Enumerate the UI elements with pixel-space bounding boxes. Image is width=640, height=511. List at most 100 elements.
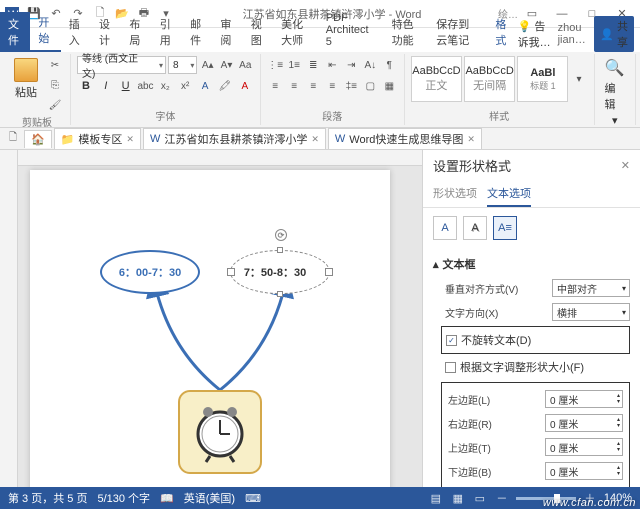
tell-me[interactable]: 💡 告诉我…: [518, 18, 552, 50]
shape-left[interactable]: 6：00-7：30: [100, 250, 200, 294]
rotate-handle-icon[interactable]: ⟳: [275, 229, 287, 241]
text-effects-icon[interactable]: A: [463, 216, 487, 240]
valign-select[interactable]: 中部对齐: [552, 279, 630, 297]
multilevel-icon[interactable]: ≣: [305, 56, 322, 74]
subscript-icon[interactable]: x₂: [156, 77, 174, 95]
font-size-combo[interactable]: 8: [168, 56, 197, 74]
numbering-icon[interactable]: 1≡: [286, 56, 303, 74]
status-language[interactable]: 英语(美国): [184, 490, 235, 506]
new-tab-icon[interactable]: 🗋: [4, 130, 22, 148]
close-tab-icon[interactable]: ✕: [311, 134, 319, 145]
shrink-font-icon[interactable]: A▾: [218, 56, 235, 74]
grow-font-icon[interactable]: A▴: [199, 56, 216, 74]
status-page[interactable]: 第 3 页，共 5 页: [8, 490, 87, 506]
copy-icon[interactable]: ⎘: [46, 76, 64, 94]
doc-tab-current[interactable]: W江苏省如东县耕茶镇浒澪小学✕: [143, 128, 326, 149]
margin-left-label: 左边距(L): [448, 392, 490, 407]
autofit-checkbox[interactable]: [445, 362, 456, 373]
shape-clock[interactable]: [178, 390, 262, 474]
tab-pdf[interactable]: PDF Architect 5: [318, 8, 384, 52]
tab-insert[interactable]: 插入: [61, 12, 91, 52]
zoom-out-icon[interactable]: －: [494, 490, 510, 506]
sort-icon[interactable]: A↓: [362, 56, 379, 74]
smartart-diagram[interactable]: 6：00-7：30 7：50-8：30 ⟳: [100, 220, 340, 460]
align-right-icon[interactable]: ≡: [305, 77, 322, 95]
highlight-icon[interactable]: 🖍: [216, 77, 234, 95]
cut-icon[interactable]: ✂: [46, 56, 64, 74]
doc-tab-home[interactable]: 🏠: [24, 130, 52, 148]
word-doc-icon: W: [150, 133, 160, 145]
style-nospacing[interactable]: AaBbCcD无间隔: [464, 56, 515, 102]
style-heading1[interactable]: AaBl标题 1: [517, 56, 568, 102]
line-spacing-icon[interactable]: ‡≡: [343, 77, 360, 95]
close-tab-icon[interactable]: ✕: [467, 134, 475, 145]
margin-bottom-input[interactable]: 0 厘米: [545, 462, 623, 480]
shading-icon[interactable]: ▢: [362, 77, 379, 95]
indent-inc-icon[interactable]: ⇥: [343, 56, 360, 74]
tab-references[interactable]: 引用: [152, 12, 182, 52]
font-color-icon[interactable]: A: [236, 77, 254, 95]
no-rotate-checkbox[interactable]: ✓: [446, 335, 457, 346]
group-paragraph: ⋮≡ 1≡ ≣ ⇤ ⇥ A↓ ¶ ≡ ≡ ≡ ≡ ‡≡ ▢ ▦ 段落: [261, 54, 405, 125]
group-styles: AaBbCcD正文 AaBbCcD无间隔 AaBl标题 1 ▾ 样式: [405, 54, 595, 125]
pane-tab-shape[interactable]: 形状选项: [433, 181, 477, 207]
share-button[interactable]: 👤 共享: [594, 16, 634, 52]
borders-icon[interactable]: ▦: [381, 77, 398, 95]
pane-tab-text[interactable]: 文本选项: [487, 181, 531, 207]
style-normal[interactable]: AaBbCcD正文: [411, 56, 462, 102]
tab-mailings[interactable]: 邮件: [182, 12, 212, 52]
margin-top-input[interactable]: 0 厘米: [545, 438, 623, 456]
tab-home[interactable]: 开始: [30, 10, 60, 52]
align-left-icon[interactable]: ≡: [267, 77, 284, 95]
web-layout-icon[interactable]: ▭: [472, 490, 488, 506]
chevron-down-icon: ▾: [612, 114, 618, 127]
tab-format[interactable]: 格式: [487, 12, 517, 52]
justify-icon[interactable]: ≡: [324, 77, 341, 95]
doc-tab-mindmap[interactable]: WWord快速生成思维导图✕: [328, 128, 482, 149]
valign-label: 垂直对齐方式(V): [445, 281, 518, 296]
format-painter-icon[interactable]: 🖌: [46, 96, 64, 114]
zoom-slider[interactable]: [516, 497, 576, 500]
status-spellcheck-icon[interactable]: 📖: [160, 492, 174, 505]
tab-beautify[interactable]: 美化大师: [273, 12, 318, 52]
tab-cloud[interactable]: 保存到云笔记: [428, 12, 487, 52]
margin-left-input[interactable]: 0 厘米: [545, 390, 623, 408]
section-textbox[interactable]: ▴文本框: [433, 252, 630, 276]
tab-design[interactable]: 设计: [91, 12, 121, 52]
tab-view[interactable]: 视图: [243, 12, 273, 52]
user-name[interactable]: zhou jian…: [558, 22, 589, 46]
text-fill-icon[interactable]: A: [433, 216, 457, 240]
superscript-icon[interactable]: x²: [176, 77, 194, 95]
close-tab-icon[interactable]: ✕: [126, 134, 134, 145]
group-label: 段落: [267, 108, 398, 123]
indent-dec-icon[interactable]: ⇤: [324, 56, 341, 74]
textbox-icon[interactable]: A≡: [493, 216, 517, 240]
tab-layout[interactable]: 布局: [121, 12, 151, 52]
change-case-icon[interactable]: Aa: [237, 56, 254, 74]
zoom-in-icon[interactable]: ＋: [582, 490, 598, 506]
ribbon: 粘贴 ✂ ⎘ 🖌 剪贴板 等线 (西文正文) 8 A▴ A▾ Aa B I U …: [0, 52, 640, 128]
font-name-combo[interactable]: 等线 (西文正文): [77, 56, 166, 74]
zoom-level[interactable]: 140%: [604, 492, 632, 504]
tab-review[interactable]: 审阅: [212, 12, 242, 52]
tab-special[interactable]: 特色功能: [384, 12, 429, 52]
doc-tab-templates[interactable]: 📁模板专区✕: [54, 128, 141, 149]
show-marks-icon[interactable]: ¶: [381, 56, 398, 74]
status-words[interactable]: 5/130 个字: [97, 490, 150, 506]
align-center-icon[interactable]: ≡: [286, 77, 303, 95]
tab-file[interactable]: 文件: [0, 12, 30, 52]
bullets-icon[interactable]: ⋮≡: [267, 56, 284, 74]
document-canvas[interactable]: 6：00-7：30 7：50-8：30 ⟳: [18, 150, 422, 487]
textdir-select[interactable]: 横排: [552, 303, 630, 321]
editing-button[interactable]: 🔍 编辑 ▾: [601, 56, 630, 129]
pane-close-icon[interactable]: ✕: [621, 159, 630, 172]
print-layout-icon[interactable]: ▦: [450, 490, 466, 506]
status-ime-icon[interactable]: ⌨: [245, 492, 261, 505]
paste-button[interactable]: 粘贴: [10, 56, 42, 102]
styles-more-icon[interactable]: ▾: [570, 70, 587, 88]
text-effects-icon[interactable]: A: [196, 77, 214, 95]
read-mode-icon[interactable]: ▤: [428, 490, 444, 506]
margin-right-input[interactable]: 0 厘米: [545, 414, 623, 432]
shape-right-selected[interactable]: 7：50-8：30 ⟳: [230, 250, 330, 294]
group-label: 样式: [411, 108, 588, 123]
